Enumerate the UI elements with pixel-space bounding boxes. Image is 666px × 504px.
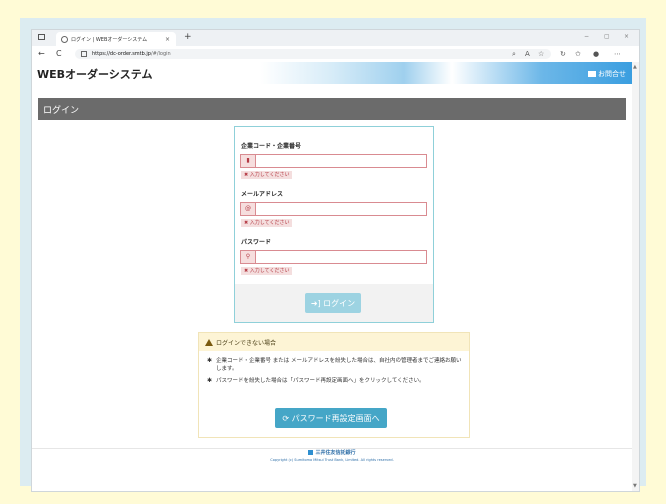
login-form: 企業コード・企業番号 ▮ ✖ 入力してください メールアドレス @ ✖ 入力して… bbox=[234, 126, 434, 323]
login-button[interactable]: ➜] ログイン bbox=[305, 293, 361, 313]
login-help-panel: ログインできない場合 ✱ 企業コード・企業番号 または メールアドレスを紛失した… bbox=[198, 332, 470, 438]
form-footer: ➜] ログイン bbox=[235, 284, 433, 322]
email-input[interactable] bbox=[256, 203, 424, 215]
zoom-icon[interactable]: ⌕ bbox=[512, 50, 516, 59]
section-title: ログイン bbox=[43, 105, 80, 116]
url-field[interactable]: https://dc-order.smtb.jp /#/login bbox=[75, 49, 551, 59]
company-code-label: 企業コード・企業番号 bbox=[241, 143, 302, 150]
browser-window: ログイン | WEBオーダーシステム × + − ▢ × ← C https:/… bbox=[31, 29, 640, 492]
scroll-up-icon[interactable]: ▲ bbox=[633, 64, 637, 70]
bullet-icon: ✱ bbox=[207, 377, 213, 384]
building-icon: ▮ bbox=[241, 155, 256, 167]
browser-tab-bar: ログイン | WEBオーダーシステム × + − ▢ × bbox=[32, 30, 639, 46]
key-icon: ⚲ bbox=[241, 251, 256, 263]
contact-label: お問合せ bbox=[598, 70, 626, 78]
page-scrollbar[interactable]: ▲ ▼ bbox=[632, 62, 639, 491]
site-info-icon[interactable] bbox=[81, 51, 87, 57]
help-item-text: 企業コード・企業番号 または メールアドレスを紛失した場合は、自社内の管理者まで… bbox=[216, 358, 462, 372]
profile-icon[interactable]: ● bbox=[593, 50, 599, 58]
help-title: ログインできない場合 bbox=[216, 339, 277, 347]
password-field[interactable]: ⚲ bbox=[240, 250, 427, 264]
favorites-icon[interactable]: ✩ bbox=[575, 50, 581, 58]
password-error: ✖ 入力してください bbox=[241, 267, 293, 275]
minimize-button[interactable]: − bbox=[584, 33, 589, 40]
reload-button[interactable]: C bbox=[56, 49, 62, 58]
password-input[interactable] bbox=[256, 251, 424, 263]
bullet-icon: ✱ bbox=[207, 357, 213, 364]
at-sign-icon: @ bbox=[241, 203, 256, 215]
footer-logo-text: 三井住友信託銀行 bbox=[315, 450, 356, 456]
scroll-down-icon[interactable]: ▼ bbox=[633, 483, 637, 489]
more-menu-icon[interactable]: ⋯ bbox=[614, 50, 621, 58]
warning-icon bbox=[205, 338, 213, 346]
favorite-star-icon[interactable]: ☆ bbox=[538, 50, 544, 58]
tab-title: ログイン | WEBオーダーシステム bbox=[71, 36, 148, 43]
site-title[interactable]: WEBオーダーシステム bbox=[37, 66, 152, 82]
copyright-text: Copyright (c) Sumitomo Mitsui Trust Bank… bbox=[270, 458, 394, 462]
password-label: パスワード bbox=[241, 239, 272, 246]
browser-tab[interactable]: ログイン | WEBオーダーシステム × bbox=[56, 32, 176, 46]
window-close-button[interactable]: × bbox=[624, 33, 629, 40]
section-title-bar: ログイン bbox=[38, 98, 626, 120]
url-path: /#/login bbox=[150, 51, 171, 57]
back-button[interactable]: ← bbox=[38, 49, 45, 58]
contact-link[interactable]: お問合せ bbox=[588, 69, 626, 79]
url-host: https://dc-order.smtb.jp bbox=[92, 51, 151, 57]
bank-logo-icon bbox=[308, 450, 314, 455]
company-code-error: ✖ 入力してください bbox=[241, 171, 293, 179]
help-item: ✱ 企業コード・企業番号 または メールアドレスを紛失した場合は、自社内の管理者… bbox=[207, 357, 463, 373]
email-field[interactable]: @ bbox=[240, 202, 427, 216]
restore-button[interactable]: ▢ bbox=[604, 33, 610, 40]
tab-actions-icon[interactable] bbox=[38, 34, 45, 40]
password-reset-button[interactable]: ⟳ パスワード再設定画面へ bbox=[275, 408, 387, 428]
address-bar-row: ← C https://dc-order.smtb.jp /#/login ⌕ … bbox=[32, 46, 639, 63]
company-code-field[interactable]: ▮ bbox=[240, 154, 427, 168]
refresh-ext-icon[interactable]: ↻ bbox=[560, 50, 566, 58]
help-header: ログインできない場合 bbox=[199, 333, 469, 351]
help-item: ✱ パスワードを紛失した場合は「パスワード再設定画面へ」をクリックしてください。 bbox=[207, 377, 463, 385]
mail-icon bbox=[588, 71, 596, 77]
globe-icon bbox=[61, 35, 68, 43]
tab-close-icon[interactable]: × bbox=[165, 36, 170, 43]
new-tab-button[interactable]: + bbox=[184, 32, 192, 42]
help-item-text: パスワードを紛失した場合は「パスワード再設定画面へ」をクリックしてください。 bbox=[216, 378, 425, 384]
footer-logo: 三井住友信託銀行 bbox=[32, 449, 632, 456]
company-code-input[interactable] bbox=[256, 155, 424, 167]
read-aloud-icon[interactable]: A bbox=[525, 50, 530, 58]
email-error: ✖ 入力してください bbox=[241, 219, 293, 227]
site-header: WEBオーダーシステム お問合せ bbox=[32, 62, 632, 84]
email-label: メールアドレス bbox=[241, 191, 284, 198]
